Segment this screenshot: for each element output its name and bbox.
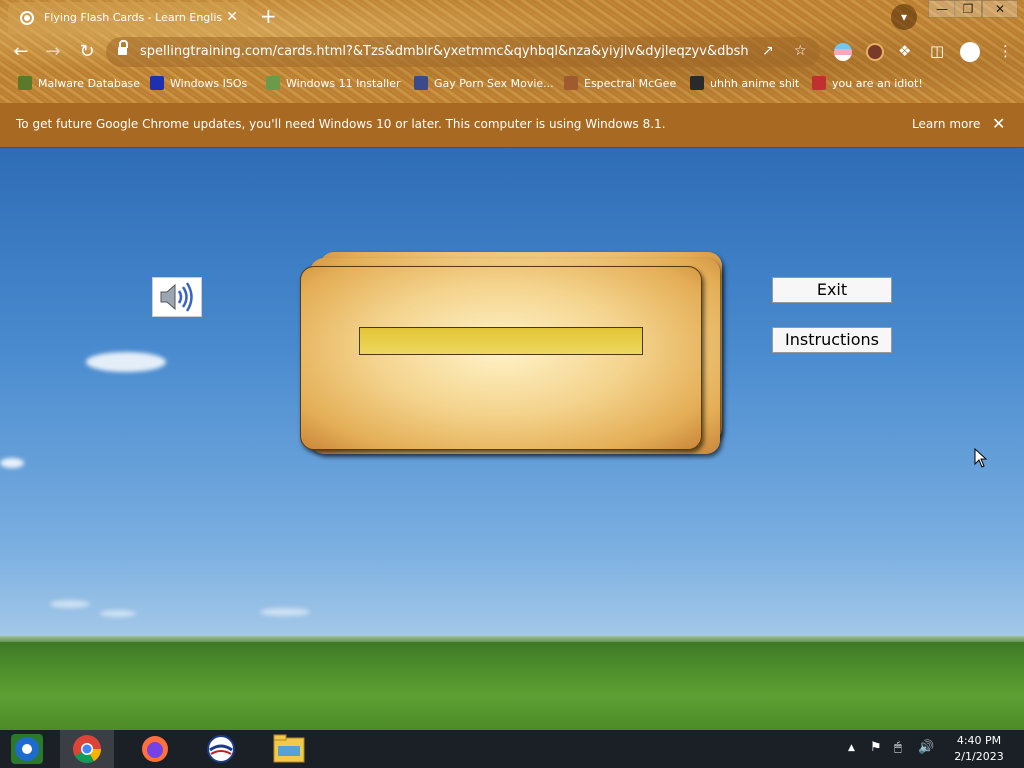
- extension-flag-icon[interactable]: [834, 43, 852, 61]
- flash-card-stack: [300, 252, 730, 462]
- avatar-icon: [564, 76, 578, 90]
- obama-logo-icon: [207, 735, 235, 763]
- address-bar[interactable]: spellingtraining.com/cards.html?&Tzs&dmb…: [106, 37, 820, 67]
- action-center-flag-icon[interactable]: ⚑: [870, 740, 882, 755]
- chrome-icon: [73, 735, 101, 763]
- bookmark-espectral-mcgee[interactable]: Espectral McGee: [564, 76, 676, 92]
- cloud: [0, 458, 24, 468]
- cloud: [100, 610, 136, 617]
- clock-date: 2/1/2023: [954, 750, 1004, 763]
- bookmark-anime[interactable]: uhhh anime shit: [690, 76, 799, 92]
- globe-icon: [20, 11, 34, 25]
- taskbar: ▲ ⚑ 🖱 🔊 4:40 PM 2/1/2023: [0, 730, 1024, 768]
- clock-time: 4:40 PM: [956, 734, 1002, 747]
- infobar-close-icon[interactable]: ✕: [992, 114, 1005, 133]
- tab-flying-flash-cards[interactable]: Flying Flash Cards - Learn English ✕: [8, 2, 248, 34]
- extension-avatar-icon[interactable]: [866, 43, 884, 61]
- speaker-button[interactable]: [152, 277, 202, 317]
- windows-media-center-button[interactable]: [0, 730, 54, 768]
- grass-field: [0, 642, 1024, 730]
- pixel-icon: [18, 76, 32, 90]
- bookmark-star-icon[interactable]: ☆: [794, 43, 807, 59]
- lock-icon[interactable]: [118, 40, 128, 55]
- close-window-button[interactable]: ✕: [982, 0, 1018, 18]
- url-text: spellingtraining.com/cards.html?&Tzs&dmb…: [140, 44, 750, 59]
- bookmark-label: Espectral McGee: [584, 77, 677, 90]
- file-explorer-icon: [273, 734, 305, 763]
- firefox-icon: [142, 736, 168, 762]
- learn-more-link[interactable]: Learn more: [912, 117, 980, 131]
- tab-close-icon[interactable]: ✕: [226, 9, 238, 25]
- flash-card: [300, 266, 702, 450]
- minimize-button[interactable]: —: [928, 0, 956, 18]
- bookmark-label: Windows 11 Installer: [286, 77, 401, 90]
- tab-title: Flying Flash Cards - Learn English: [44, 11, 222, 24]
- volume-icon[interactable]: 🔊: [918, 740, 934, 755]
- profile-icon[interactable]: [960, 42, 980, 62]
- cloud: [260, 608, 310, 616]
- cloud: [50, 600, 90, 608]
- instructions-button[interactable]: Instructions: [772, 327, 892, 353]
- reload-button[interactable]: ↻: [76, 41, 98, 62]
- windows-media-center-icon: [11, 734, 43, 764]
- menu-kebab-icon[interactable]: ⋮: [998, 42, 1013, 60]
- browser-frame: Flying Flash Cards - Learn English ✕ + ▾…: [0, 0, 1024, 103]
- bookmark-windows-11-installer[interactable]: Windows 11 Installer: [266, 76, 401, 92]
- anime-icon: [690, 76, 704, 90]
- bookmark-label: Gay Porn Sex Movie...: [434, 77, 554, 90]
- bookmark-you-are-an-idiot[interactable]: you are an idiot!: [812, 76, 923, 92]
- bookmark-label: Windows ISOs: [170, 77, 248, 90]
- forward-button[interactable]: →: [42, 41, 64, 62]
- firefox-taskbar-button[interactable]: [128, 730, 182, 768]
- tab-strip: Flying Flash Cards - Learn English ✕ + ▾…: [0, 0, 1024, 34]
- extensions-puzzle-icon[interactable]: ❖: [898, 42, 911, 60]
- update-infobar: To get future Google Chrome updates, you…: [0, 103, 1024, 148]
- mouse-cursor-icon: [974, 448, 988, 468]
- share-icon[interactable]: ↗: [762, 43, 774, 59]
- back-button[interactable]: ←: [10, 41, 32, 62]
- file-explorer-taskbar-button[interactable]: [262, 730, 316, 768]
- speaker-icon: [160, 282, 193, 312]
- infobar-message: To get future Google Chrome updates, you…: [16, 117, 666, 131]
- tab-search-icon[interactable]: ▾: [891, 4, 917, 30]
- side-panel-icon[interactable]: ◫: [930, 42, 944, 60]
- system-clock[interactable]: 4:40 PM 2/1/2023: [944, 733, 1014, 765]
- bookmark-movie[interactable]: Gay Porn Sex Movie...: [414, 76, 554, 92]
- show-hidden-icons-icon[interactable]: ▲: [848, 743, 855, 753]
- answer-input[interactable]: [359, 327, 643, 355]
- obama-logo-taskbar-button[interactable]: [194, 730, 248, 768]
- bookmarks-bar: Malware Database Windows ISOs Windows 11…: [0, 70, 1024, 98]
- flag-icon: [812, 76, 826, 90]
- image-icon: [266, 76, 280, 90]
- exit-button[interactable]: Exit: [772, 277, 892, 303]
- bookmark-malware-database[interactable]: Malware Database: [18, 76, 140, 92]
- cloud: [86, 352, 166, 372]
- globe-icon: [414, 76, 428, 90]
- restore-button[interactable]: ❐: [954, 0, 982, 18]
- x-icon: [150, 76, 164, 90]
- bookmark-label: you are an idiot!: [832, 77, 923, 90]
- network-icon[interactable]: 🖱: [894, 740, 902, 755]
- chrome-taskbar-button[interactable]: [60, 730, 114, 768]
- bookmark-label: uhhh anime shit: [710, 77, 800, 90]
- page-content: Exit Instructions: [0, 148, 1024, 730]
- bookmark-windows-isos[interactable]: Windows ISOs: [150, 76, 247, 92]
- bookmark-label: Malware Database: [38, 77, 141, 90]
- toolbar: ← → ↻ spellingtraining.com/cards.html?&T…: [0, 34, 1024, 70]
- new-tab-button[interactable]: +: [260, 4, 277, 28]
